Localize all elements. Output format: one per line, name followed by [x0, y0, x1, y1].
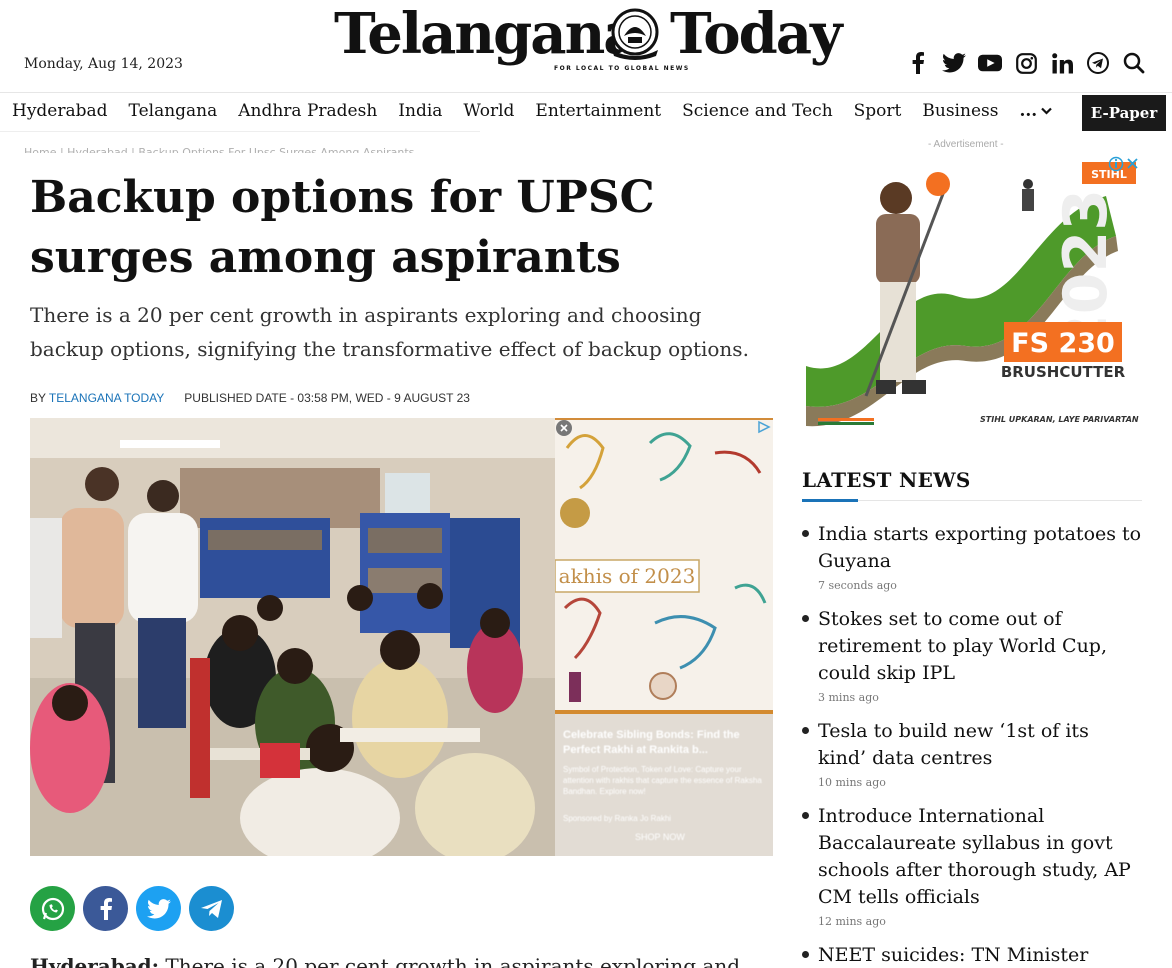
- logo-word-today: Today: [670, 1, 843, 67]
- product-code: FS 230: [1011, 328, 1115, 359]
- epaper-button[interactable]: E-Paper: [1082, 95, 1166, 131]
- nav-item-andhra-pradesh[interactable]: Andhra Pradesh: [238, 101, 377, 121]
- nav-item-telangana[interactable]: Telangana: [129, 101, 218, 121]
- latest-news-list: India starts exporting potatoes to Guyan…: [802, 521, 1142, 968]
- share-buttons: [30, 886, 234, 931]
- inline-ad-source: Sponsored by Ranka Jo Rakhi: [563, 814, 672, 823]
- latest-news-panel: LATEST NEWS India starts exporting potat…: [802, 468, 1142, 968]
- inline-ad-cta[interactable]: SHOP NOW: [635, 832, 685, 842]
- article-hero-image: [30, 418, 556, 856]
- nav-divider: [0, 131, 480, 132]
- news-timestamp: 10 mins ago: [818, 776, 886, 789]
- telegram-icon: [200, 899, 222, 918]
- published-date: PUBLISHED DATE - 03:58 PM, WED - 9 AUGUS…: [184, 391, 470, 405]
- latest-news-heading: LATEST NEWS: [802, 468, 971, 492]
- twitter-icon: [146, 898, 171, 918]
- logo-emblem-icon: [611, 8, 659, 60]
- current-date: Monday, Aug 14, 2023: [24, 56, 183, 72]
- list-item[interactable]: India starts exporting potatoes to Guyan…: [802, 521, 1142, 592]
- nav-item-sport[interactable]: Sport: [854, 101, 902, 121]
- facebook-icon: [100, 897, 112, 920]
- facebook-icon[interactable]: [906, 50, 930, 76]
- stihl-slogan: STIHL UPKARAN, LAYE PARIVARTAN: [980, 415, 1139, 424]
- news-title[interactable]: India starts exporting potatoes to Guyan…: [818, 521, 1142, 575]
- whatsapp-share-button[interactable]: [30, 886, 75, 931]
- news-timestamp: 7 seconds ago: [818, 579, 897, 592]
- byline-author-link[interactable]: Telangana Today: [49, 391, 164, 405]
- twitter-share-button[interactable]: [136, 886, 181, 931]
- nav-item-business[interactable]: Business: [922, 101, 998, 121]
- advertisement-label: - Advertisement -: [928, 139, 1004, 150]
- news-timestamp: 12 mins ago: [818, 915, 886, 928]
- twitter-icon[interactable]: [942, 50, 966, 76]
- list-item[interactable]: Stokes set to come out of retirement to …: [802, 606, 1142, 704]
- inline-advertisement[interactable]: akhis of 2023 Celebrate Sibling Bonds: F…: [555, 418, 773, 856]
- instagram-icon[interactable]: [1014, 50, 1038, 76]
- article-lead-text: There is a 20 per cent growth in aspiran…: [165, 954, 740, 968]
- ad-close-icon[interactable]: [555, 418, 575, 438]
- article-subheadline: There is a 20 per cent growth in aspiran…: [30, 303, 749, 361]
- chevron-down-icon: [1041, 107, 1052, 115]
- telegram-share-button[interactable]: [189, 886, 234, 931]
- logo-tagline: FOR LOCAL TO GLOBAL NEWS: [554, 65, 690, 72]
- search-icon[interactable]: [1122, 50, 1146, 76]
- news-title[interactable]: Tesla to build new ‘1st of its kind’ dat…: [818, 718, 1142, 772]
- news-title[interactable]: Stokes set to come out of retirement to …: [818, 606, 1142, 687]
- stihl-advertisement[interactable]: 2023 STIHL FS 230 BRUSHCUTTER STIHL UPKA…: [806, 156, 1142, 436]
- site-logo[interactable]: Telangana Today FOR LOCAL TO GLOBAL NEWS: [334, 0, 843, 80]
- classroom-photo: [30, 418, 556, 856]
- youtube-icon[interactable]: [978, 50, 1002, 76]
- article-byline: BY Telangana Today PUBLISHED DATE - 03:5…: [30, 391, 470, 405]
- nav-item-hyderabad[interactable]: Hyderabad: [12, 101, 108, 121]
- product-name: BRUSHCUTTER: [1001, 363, 1126, 381]
- inline-ad-caption-title[interactable]: Celebrate Sibling Bonds: Find the Perfec…: [563, 728, 767, 758]
- whatsapp-icon: [41, 897, 64, 920]
- stihl-ad-artwork: 2023 STIHL FS 230 BRUSHCUTTER STIHL UPKA…: [806, 156, 1142, 436]
- logo-word-telangana: Telangana: [334, 1, 640, 67]
- inline-ad-caption-body: Symbol of Protection, Token of Love: Cap…: [563, 765, 762, 796]
- site-header: Monday, Aug 14, 2023 Telangana Today FOR…: [0, 0, 1172, 92]
- article-headline: Backup options for UPSC surges among asp…: [30, 172, 655, 283]
- nav-item-india[interactable]: India: [398, 101, 442, 121]
- list-item[interactable]: NEET suicides: TN Minister: [802, 942, 1142, 968]
- ad-choices-icon[interactable]: [757, 420, 771, 434]
- byline-author-group: BY Telangana Today: [30, 391, 164, 405]
- nav-item-science-and-tech[interactable]: Science and Tech: [682, 101, 833, 121]
- nav-item-entertainment[interactable]: Entertainment: [535, 101, 661, 121]
- byline-prefix: BY: [30, 391, 46, 405]
- news-timestamp: 3 mins ago: [818, 691, 879, 704]
- telegram-icon[interactable]: [1086, 50, 1110, 76]
- article-dateline: Hyderabad:: [30, 954, 160, 968]
- main-nav: Hyderabad Telangana Andhra Pradesh India…: [0, 92, 1172, 132]
- news-title[interactable]: Introduce International Baccalaureate sy…: [818, 803, 1142, 911]
- nav-more-button[interactable]: ...: [1019, 101, 1052, 121]
- facebook-share-button[interactable]: [83, 886, 128, 931]
- ad-choices-icon[interactable]: [1108, 156, 1142, 172]
- linkedin-icon[interactable]: [1050, 50, 1074, 76]
- article-body-lead: Hyderabad: There is a 20 per cent growth…: [30, 954, 770, 968]
- breadcrumb[interactable]: Home | Hyderabad | Backup Options For Up…: [24, 146, 414, 153]
- latest-news-rule: [802, 499, 1142, 502]
- inline-ad-heading: akhis of 2023: [559, 564, 696, 588]
- nav-item-world[interactable]: World: [463, 101, 514, 121]
- social-icons: [906, 50, 1146, 76]
- news-title[interactable]: NEET suicides: TN Minister: [818, 942, 1142, 968]
- list-item[interactable]: Tesla to build new ‘1st of its kind’ dat…: [802, 718, 1142, 789]
- nav-items: Hyderabad Telangana Andhra Pradesh India…: [12, 101, 1073, 121]
- list-item[interactable]: Introduce International Baccalaureate sy…: [802, 803, 1142, 928]
- nav-more-label: ...: [1019, 101, 1038, 121]
